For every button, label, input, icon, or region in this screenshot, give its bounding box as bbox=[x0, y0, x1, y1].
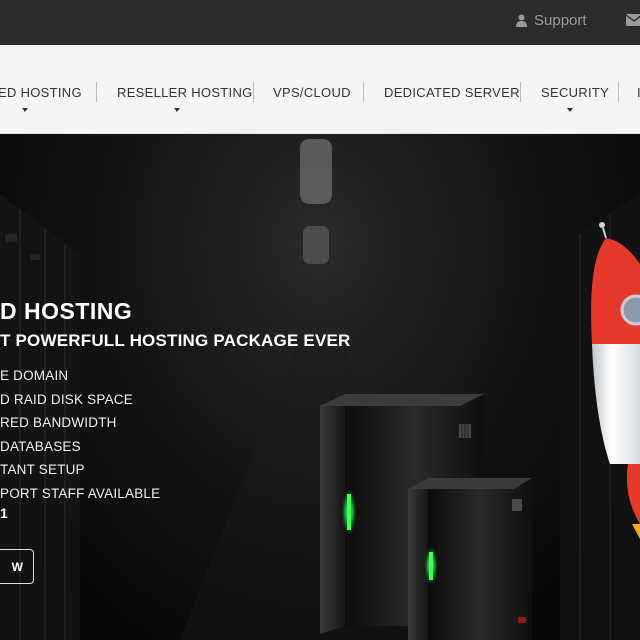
ceiling-light bbox=[303, 226, 329, 264]
feature-item: PORT STAFF AVAILABLE bbox=[0, 485, 161, 501]
chevron-down-icon[interactable] bbox=[22, 108, 28, 112]
feature-item: RED BANDWIDTH bbox=[0, 415, 117, 430]
feature-item: D RAID DISK SPACE bbox=[0, 391, 133, 407]
nav-divider bbox=[253, 82, 254, 102]
nav-item-shared-hosting[interactable]: ED HOSTING bbox=[0, 85, 82, 100]
mail-icon[interactable] bbox=[626, 14, 640, 26]
order-now-button[interactable]: W bbox=[0, 549, 34, 584]
nav-item-security[interactable]: SECURITY bbox=[541, 85, 609, 100]
nav-item-vps-cloud[interactable]: VPS/CLOUD bbox=[273, 85, 351, 100]
support-label: Support bbox=[534, 12, 587, 29]
hero-title: D HOSTING bbox=[0, 298, 133, 324]
nav-divider bbox=[520, 82, 521, 102]
nav-item-dedicated-server[interactable]: DEDICATED SERVER bbox=[384, 85, 520, 100]
feature-item: DATABASES bbox=[0, 438, 81, 454]
hero-subtitle: T POWERFULL HOSTING PACKAGE EVER bbox=[0, 331, 351, 350]
feature-item: TANT SETUP bbox=[0, 462, 85, 477]
user-icon bbox=[516, 14, 527, 27]
price-text: 1 bbox=[0, 505, 8, 521]
chevron-down-icon[interactable] bbox=[174, 108, 180, 112]
ceiling-light bbox=[300, 139, 332, 204]
nav-divider bbox=[363, 82, 364, 102]
feature-list: E DOMAIN D RAID DISK SPACE RED BANDWIDTH… bbox=[0, 364, 160, 505]
feature-item: E DOMAIN bbox=[0, 368, 69, 383]
server-tower bbox=[408, 478, 532, 640]
top-bar: Support bbox=[0, 0, 640, 45]
hero-banner: D HOSTING T POWERFULL HOSTING PACKAGE EV… bbox=[0, 134, 640, 640]
main-nav: ED HOSTING RESELLER HOSTING VPS/CLOUD DE… bbox=[0, 45, 640, 134]
support-link[interactable]: Support bbox=[516, 12, 587, 29]
chevron-down-icon[interactable] bbox=[567, 108, 573, 112]
nav-divider bbox=[618, 82, 619, 102]
nav-divider bbox=[96, 82, 97, 102]
nav-item-reseller-hosting[interactable]: RESELLER HOSTING bbox=[117, 85, 253, 100]
